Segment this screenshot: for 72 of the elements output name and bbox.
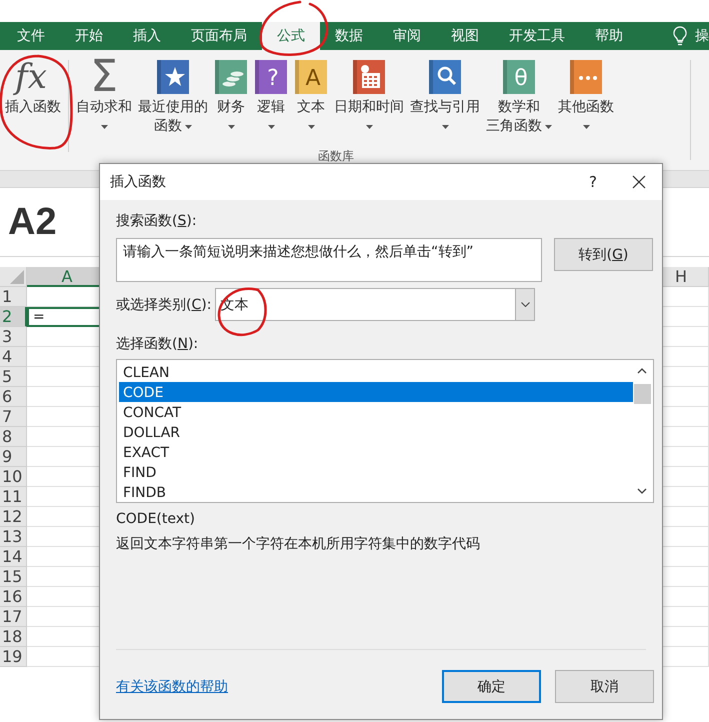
- list-item[interactable]: FINDB: [119, 482, 633, 502]
- search-label[interactable]: 操: [695, 27, 709, 45]
- row-header[interactable]: 18: [0, 627, 27, 647]
- chevron-down-icon[interactable]: [520, 302, 530, 307]
- function-list[interactable]: CLEAN CODE CONCAT DOLLAR EXACT FIND FINDB: [116, 359, 654, 503]
- ribbon-button[interactable]: 查找与引用: [407, 56, 483, 136]
- ok-button[interactable]: 确定: [442, 670, 541, 703]
- ribbon-tab[interactable]: 审阅: [378, 22, 436, 50]
- scroll-down-icon[interactable]: [637, 488, 647, 494]
- ribbon-button[interactable]: 财务: [211, 56, 251, 136]
- ribbon-tab[interactable]: 帮助: [580, 22, 638, 50]
- ribbon-tab[interactable]: 视图: [436, 22, 494, 50]
- row-header[interactable]: 15: [0, 567, 27, 587]
- ribbon-tab[interactable]: 文件: [2, 22, 60, 50]
- row-header[interactable]: 2: [0, 307, 27, 327]
- ribbon-button[interactable]: 日期和时间: [331, 56, 407, 136]
- ribbon-button[interactable]: 其他函数: [555, 56, 617, 136]
- row-header[interactable]: 11: [0, 487, 27, 507]
- scrollbar-thumb[interactable]: [634, 384, 650, 404]
- list-item[interactable]: CLEAN: [119, 362, 633, 382]
- close-icon[interactable]: [632, 175, 646, 189]
- search-field[interactable]: 请输入一条简短说明来描述您想做什么，然后单击“转到”: [116, 238, 542, 282]
- row-header[interactable]: 14: [0, 547, 27, 567]
- help-link[interactable]: 有关该函数的帮助: [116, 678, 442, 696]
- ribbon-button[interactable]: fx 插入函数: [2, 56, 64, 117]
- row-header[interactable]: 13: [0, 527, 27, 547]
- function-signature: CODE(text): [116, 511, 196, 527]
- list-item[interactable]: DOLLAR: [119, 422, 633, 442]
- ribbon-button[interactable]: Σ 自动求和: [73, 56, 135, 136]
- row-header[interactable]: 10: [0, 467, 27, 487]
- ribbon-tab[interactable]: 数据: [320, 22, 378, 50]
- row-header[interactable]: 4: [0, 347, 27, 367]
- field-label: 或选择类别(C):: [116, 296, 212, 314]
- help-button[interactable]: ?: [570, 173, 616, 191]
- field-label: 搜索函数(S):: [116, 212, 198, 230]
- list-item[interactable]: CODE: [119, 382, 633, 402]
- scroll-up-icon[interactable]: [637, 368, 647, 374]
- sum-icon: Σ: [90, 56, 118, 98]
- ribbon-tab[interactable]: 开始: [60, 22, 118, 50]
- circle-annotation: [259, 0, 328, 56]
- ribbon-button[interactable]: 最近使用的 函数: [135, 56, 211, 136]
- go-button[interactable]: 转到(G): [554, 238, 653, 271]
- row-header[interactable]: 7: [0, 407, 27, 427]
- dialog-title: 插入函数: [110, 173, 167, 191]
- function-description: 返回文本字符串第一个字符在本机所用字符集中的数字代码: [116, 535, 481, 553]
- cancel-button[interactable]: 取消: [555, 670, 654, 703]
- row-header[interactable]: 9: [0, 447, 27, 467]
- row-header[interactable]: 5: [0, 367, 27, 387]
- list-item[interactable]: EXACT: [119, 442, 633, 462]
- list-item[interactable]: FIND: [119, 462, 633, 482]
- field-label: 选择函数(N):: [116, 335, 200, 353]
- row-header[interactable]: 17: [0, 607, 27, 627]
- group-label: 函数库: [318, 148, 354, 165]
- function-icon: fx: [11, 56, 55, 98]
- ribbon-tab[interactable]: 页面布局: [176, 22, 262, 50]
- row-header[interactable]: 16: [0, 587, 27, 607]
- row-header[interactable]: 6: [0, 387, 27, 407]
- ribbon-tab[interactable]: 插入: [118, 22, 176, 50]
- row-header[interactable]: 12: [0, 507, 27, 527]
- cell-reference: A2: [8, 200, 57, 244]
- ribbon-tab[interactable]: 开发工具: [494, 22, 580, 50]
- ribbon-button[interactable]: A 文本: [291, 56, 331, 136]
- row-header[interactable]: 19: [0, 647, 27, 667]
- row-header[interactable]: 1: [0, 287, 27, 307]
- ribbon-button[interactable]: ? 逻辑: [251, 56, 291, 136]
- ribbon-button[interactable]: θ 数学和 三角函数: [483, 56, 555, 136]
- row-header[interactable]: 8: [0, 427, 27, 447]
- row-header[interactable]: 3: [0, 327, 27, 347]
- ribbon-tab[interactable]: 公式: [262, 22, 320, 50]
- lightbulb-icon[interactable]: [673, 26, 687, 46]
- circle-annotation: [218, 287, 267, 336]
- list-item[interactable]: CONCAT: [119, 402, 633, 422]
